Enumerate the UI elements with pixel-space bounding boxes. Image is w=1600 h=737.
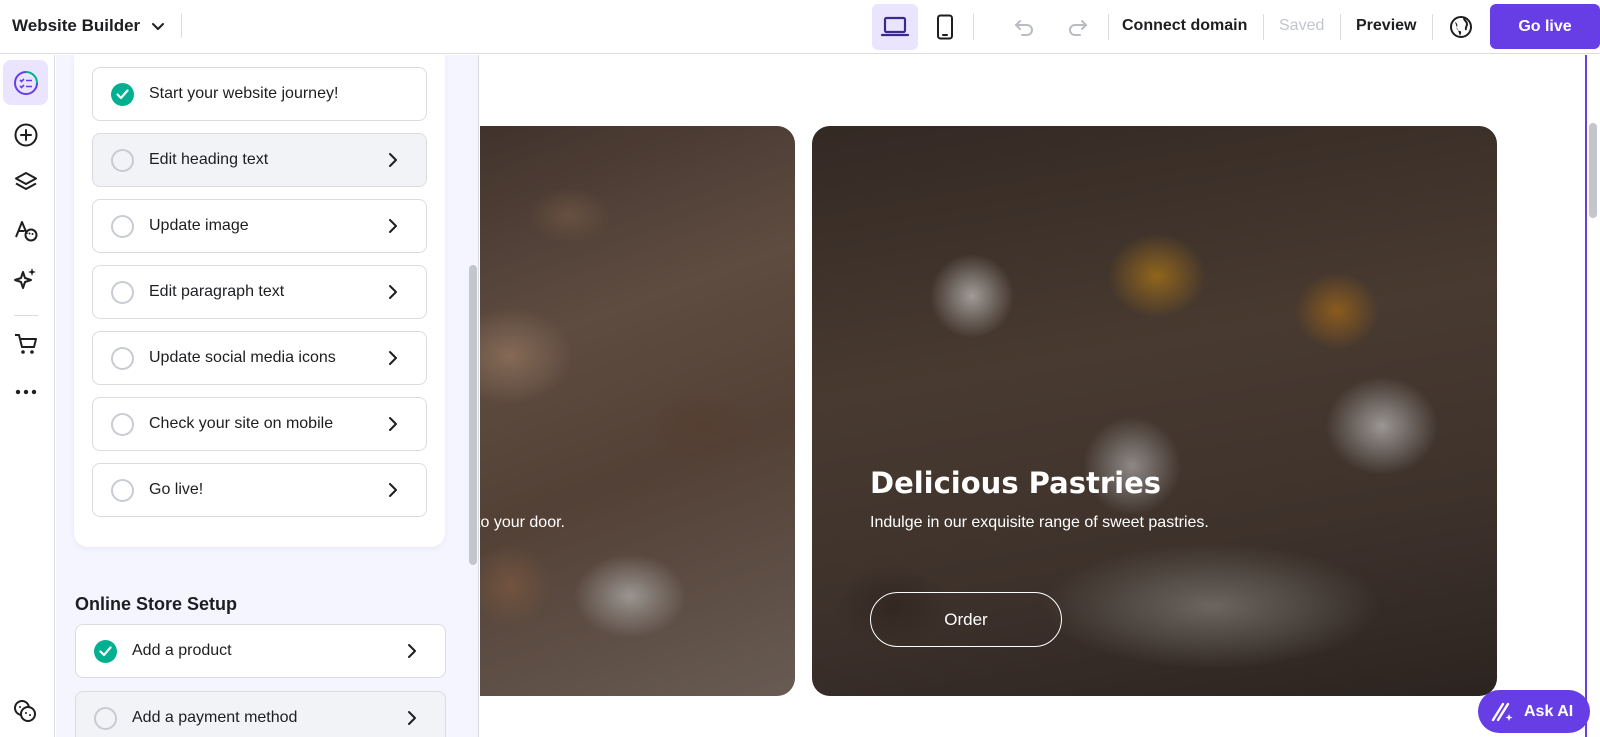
ai-tools-icon [13, 267, 36, 289]
task-edit-paragraph[interactable]: Edit paragraph text [92, 265, 427, 319]
task-label: Start your website journey! [149, 85, 339, 102]
checklist-icon [13, 70, 38, 95]
task-add-product[interactable]: Add a product [75, 624, 446, 678]
top-bar: Website Builder Connect domain Saved Pre… [0, 0, 1600, 54]
empty-circle-icon [111, 215, 134, 238]
ask-ai-button[interactable]: Ask AI [1478, 690, 1590, 733]
task-label: Update image [149, 217, 249, 234]
canvas-scrollbar-thumb[interactable] [1589, 123, 1597, 218]
globe-icon [1450, 16, 1472, 38]
task-edit-heading[interactable]: Edit heading text [92, 133, 427, 187]
chevron-right-icon [389, 219, 397, 233]
styles-button[interactable] [3, 208, 48, 253]
store-cart-icon [14, 333, 37, 354]
ai-tools-button[interactable] [3, 256, 48, 301]
task-label: Update social media icons [149, 349, 336, 366]
ask-ai-label: Ask AI [1524, 702, 1574, 720]
slide-delicious-pastries[interactable]: Delicious Pastries Indulge in our exquis… [812, 126, 1497, 696]
task-label: Add a payment method [132, 709, 298, 726]
chevron-right-icon [389, 351, 397, 365]
empty-circle-icon [111, 413, 134, 436]
task-label: Add a product [132, 642, 232, 659]
slide-subtitle[interactable]: d to your door. [480, 514, 565, 532]
website-builder-menu[interactable]: Website Builder [12, 14, 166, 38]
app-title: Website Builder [12, 16, 141, 35]
checklist-button[interactable] [3, 60, 48, 105]
empty-circle-icon [111, 149, 134, 172]
check-circle-icon [111, 83, 134, 106]
task-label: Edit heading text [149, 151, 269, 168]
styles-icon [14, 220, 37, 241]
online-store-button[interactable] [3, 321, 48, 366]
task-start-journey[interactable]: Start your website journey! [92, 67, 427, 121]
divider [1108, 14, 1109, 40]
selection-frame [1585, 55, 1587, 737]
chevron-right-icon [389, 285, 397, 299]
divider [1432, 14, 1433, 40]
task-update-image[interactable]: Update image [92, 199, 427, 253]
redo-button[interactable] [1063, 12, 1093, 42]
mobile-view-button[interactable] [922, 4, 968, 50]
language-button[interactable] [1446, 12, 1476, 42]
desktop-view-button[interactable] [872, 4, 918, 50]
check-circle-icon [94, 640, 117, 663]
task-go-live[interactable]: Go live! [92, 463, 427, 517]
undo-button[interactable] [1009, 12, 1039, 42]
ai-sparkle-icon [1491, 702, 1513, 721]
checklist-card: Start your website journey! Edit heading… [74, 55, 445, 547]
chevron-right-icon [389, 417, 397, 431]
panel-scrollbar[interactable] [467, 55, 478, 737]
chevron-right-icon [389, 153, 397, 167]
image-overlay [480, 126, 795, 696]
chevron-down-icon [152, 23, 165, 30]
task-label: Check your site on mobile [149, 415, 334, 432]
divider [181, 14, 182, 38]
connect-domain-button[interactable]: Connect domain [1122, 17, 1247, 35]
store-setup-title: Online Store Setup [75, 594, 238, 614]
chevron-right-icon [408, 644, 416, 658]
empty-circle-icon [111, 281, 134, 304]
mobile-icon [937, 14, 953, 40]
divider [1263, 14, 1264, 40]
empty-circle-icon [111, 479, 134, 502]
cookies-icon [14, 700, 36, 722]
chevron-right-icon [408, 711, 416, 725]
task-label: Edit paragraph text [149, 283, 285, 300]
order-button[interactable]: Order [870, 592, 1062, 647]
more-button[interactable] [3, 369, 48, 414]
left-icon-rail [0, 55, 55, 737]
saved-status: Saved [1279, 17, 1325, 34]
site-canvas: d to your door. Delicious Pastries Indul… [480, 55, 1600, 737]
add-element-button[interactable] [3, 112, 48, 157]
task-update-social-icons[interactable]: Update social media icons [92, 331, 427, 385]
divider [973, 14, 974, 40]
preview-button[interactable]: Preview [1356, 17, 1416, 35]
desktop-icon [881, 16, 909, 37]
empty-circle-icon [94, 707, 117, 730]
scrollbar-thumb[interactable] [469, 265, 477, 565]
layers-button[interactable] [3, 160, 48, 205]
layers-icon [14, 171, 37, 190]
checklist-panel: Start your website journey! Edit heading… [56, 55, 479, 737]
divider [1340, 14, 1341, 40]
empty-circle-icon [111, 347, 134, 370]
slide-heading[interactable]: Delicious Pastries [870, 466, 1161, 500]
cookie-settings-button[interactable] [12, 698, 38, 729]
slide-subtitle[interactable]: Indulge in our exquisite range of sweet … [870, 514, 1209, 532]
divider [14, 315, 38, 316]
add-icon [14, 123, 37, 146]
more-icon [15, 389, 36, 394]
task-check-mobile[interactable]: Check your site on mobile [92, 397, 427, 451]
chevron-right-icon [389, 483, 397, 497]
undo-icon [1015, 20, 1033, 36]
redo-icon [1069, 20, 1087, 36]
task-label: Go live! [149, 481, 204, 498]
go-live-button[interactable]: Go live [1490, 4, 1600, 49]
slide-previous[interactable]: d to your door. [480, 126, 795, 696]
task-add-payment[interactable]: Add a payment method [75, 691, 446, 737]
